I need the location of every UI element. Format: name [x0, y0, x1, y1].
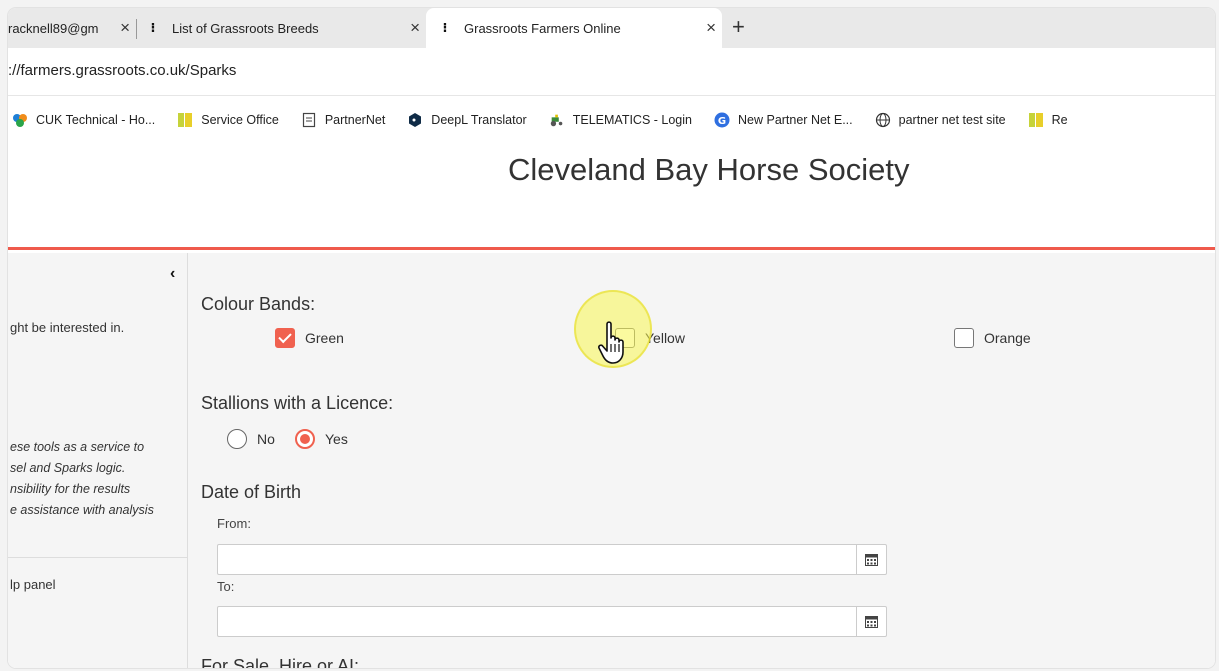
cuk-icon [12, 112, 28, 128]
svg-text:G: G [718, 116, 726, 127]
bookmark-partner-net-test-site[interactable]: partner net test site [875, 112, 1006, 128]
sidebar-divider [8, 557, 188, 558]
bookmark-telematics[interactable]: TELEMATICS - Login [549, 112, 692, 128]
sidebar-help-panel-link[interactable]: lp panel [10, 577, 56, 592]
page-title: Cleveland Bay Horse Society [508, 152, 910, 187]
disclaimer-line: nsibility for the results [10, 482, 131, 496]
bookmark-label: TELEMATICS - Login [572, 113, 692, 127]
tab-title: racknell89@gm [8, 20, 99, 36]
radio-label: No [257, 431, 275, 447]
checkbox-unchecked-icon[interactable] [954, 328, 974, 348]
bookmark-label: Re [1051, 113, 1068, 127]
checkbox-label: Orange [984, 330, 1031, 346]
bookmark-service-office[interactable]: Service Office [177, 112, 279, 128]
bookmark-label: New Partner Net E... [738, 113, 853, 127]
bookmark-deepl[interactable]: DeepL Translator [407, 112, 527, 128]
bookmark-label: DeepL Translator [431, 113, 527, 127]
page-header: Cleveland Bay Horse Society [8, 138, 1215, 250]
radio-label: Yes [325, 431, 348, 447]
bookmark-partnernet[interactable]: PartnerNet [301, 112, 385, 128]
bookmark-label: Service Office [201, 113, 279, 127]
close-icon[interactable]: × [410, 18, 420, 38]
tab-title: Grassroots Farmers Online [464, 20, 621, 36]
document-icon [301, 112, 317, 128]
tab-grassroots-farmers-online[interactable]: ⁝ Grassroots Farmers Online × [426, 8, 722, 48]
bookmark-new-partner-net[interactable]: G New Partner Net E... [714, 112, 853, 128]
radio-yes[interactable]: Yes [295, 429, 348, 449]
sidebar-intro-text: ght be interested in. [10, 320, 125, 335]
url-text[interactable]: ://farmers.grassroots.co.uk/Sparks [8, 62, 236, 79]
globe-icon [875, 112, 891, 128]
dob-to-field[interactable] [217, 606, 887, 637]
yellow-folder-icon [1028, 112, 1044, 128]
help-sidebar: ‹ ght be interested in. ese tools as a s… [8, 253, 188, 668]
bookmark-label: CUK Technical - Ho... [36, 113, 156, 127]
calendar-icon[interactable] [856, 607, 886, 636]
to-label: To: [217, 579, 235, 594]
tab-strip: racknell89@gm × ⁝ List of Grassroots Bre… [8, 8, 1215, 48]
grassroots-favicon-icon: ⁝ [150, 20, 156, 35]
checkbox-green[interactable]: Green [275, 328, 344, 348]
tab-title: List of Grassroots Breeds [172, 20, 319, 36]
bookmark-label: partner net test site [898, 113, 1006, 127]
bookmark-cuk-technical[interactable]: CUK Technical - Ho... [12, 112, 155, 128]
stallions-licence-label: Stallions with a Licence: [201, 393, 394, 413]
radio-selected-icon[interactable] [295, 429, 315, 449]
dob-from-field[interactable] [217, 544, 887, 575]
disclaimer-line: sel and Sparks logic. [10, 461, 126, 475]
radio-no[interactable]: No [227, 429, 275, 449]
grassroots-favicon-icon: ⁝ [442, 20, 448, 35]
date-of-birth-label: Date of Birth [201, 482, 302, 502]
for-sale-hire-ai-label: For Sale, Hire or AI: [201, 656, 360, 668]
dob-from-input[interactable] [218, 545, 848, 574]
close-icon[interactable]: × [706, 18, 716, 38]
tab-email[interactable]: racknell89@gm × [8, 8, 130, 48]
tractor-icon [549, 112, 565, 128]
bookmarks-bar: CUK Technical - Ho... Service Office Par… [8, 102, 1215, 138]
deepl-icon [407, 112, 423, 128]
new-tab-plus-icon[interactable]: + [732, 15, 745, 39]
radio-unselected-icon[interactable] [227, 429, 247, 449]
checkbox-checked-icon[interactable] [275, 328, 295, 348]
dob-to-input[interactable] [218, 607, 848, 636]
tab-grassroots-breeds[interactable]: ⁝ List of Grassroots Breeds × [146, 8, 420, 48]
checkbox-label: Green [305, 330, 344, 346]
checkbox-orange[interactable]: Orange [954, 328, 1031, 348]
collapse-chevron-left-icon[interactable]: ‹ [170, 265, 175, 283]
yellow-folder-icon [177, 112, 193, 128]
tab-separator [136, 19, 137, 39]
hand-pointer-cursor-icon [598, 321, 624, 364]
search-form: Colour Bands: Green Yellow Orange Stalli… [201, 253, 1215, 668]
disclaimer-line: e assistance with analysis [10, 503, 154, 517]
calendar-icon[interactable] [856, 545, 886, 574]
from-label: From: [217, 516, 251, 531]
web-page: Cleveland Bay Horse Society ‹ ght be int… [8, 138, 1215, 668]
sidebar-disclaimer: ese tools as a service to sel and Sparks… [10, 437, 154, 521]
bookmark-label: PartnerNet [324, 113, 386, 127]
bookmark-re[interactable]: Re [1028, 112, 1068, 128]
disclaimer-line: ese tools as a service to [10, 440, 145, 454]
g-icon: G [714, 112, 730, 128]
address-bar[interactable]: ://farmers.grassroots.co.uk/Sparks [8, 48, 1215, 96]
close-icon[interactable]: × [120, 18, 130, 38]
colour-bands-label: Colour Bands: [201, 294, 316, 314]
